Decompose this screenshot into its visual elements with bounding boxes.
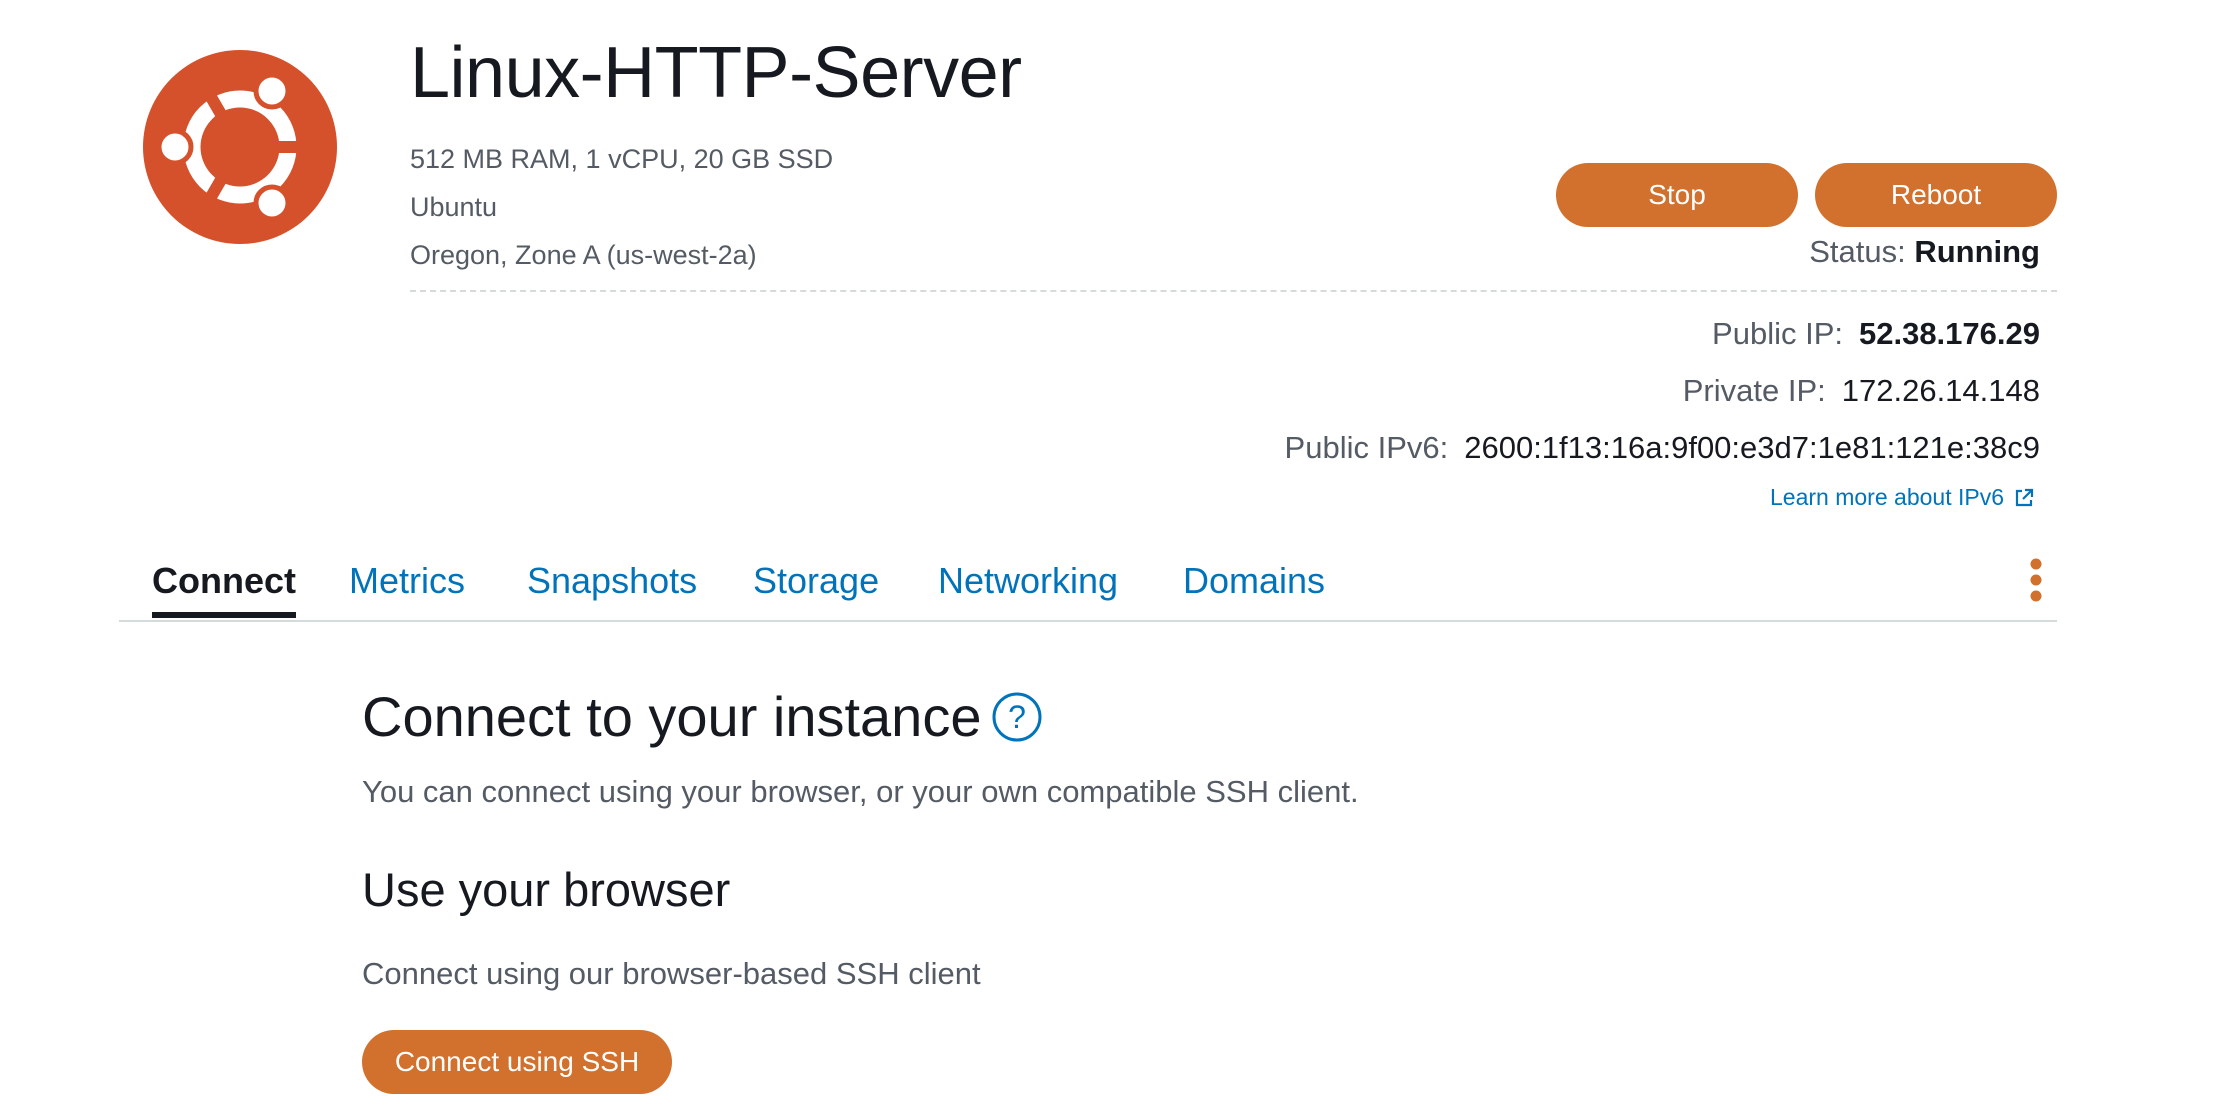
tab-metrics[interactable]: Metrics — [349, 560, 465, 618]
browser-section-title: Use your browser — [362, 863, 731, 916]
instance-os: Ubuntu — [410, 192, 498, 222]
tab-bar: Connect Metrics Snapshots Storage Networ… — [119, 548, 2057, 622]
connect-title-text: Connect to your instance — [362, 685, 982, 748]
tab-domains[interactable]: Domains — [1183, 560, 1325, 618]
connect-ssh-button[interactable]: Connect using SSH — [362, 1030, 672, 1094]
tab-snapshots[interactable]: Snapshots — [527, 560, 697, 618]
public-ipv6-row: Public IPv6: 2600:1f13:16a:9f00:e3d7:1e8… — [1285, 430, 2040, 466]
public-ip-value: 52.38.176.29 — [1858, 316, 2040, 351]
public-ip-label: Public IP: — [1712, 316, 1843, 351]
private-ip-row: Private IP: 172.26.14.148 — [1683, 373, 2040, 409]
instance-name: Linux-HTTP-Server — [410, 33, 1022, 113]
status-label: Status: — [1809, 234, 1906, 269]
learn-more-ipv6-link[interactable]: Learn more about IPv6 — [1770, 484, 2034, 511]
tab-networking[interactable]: Networking — [938, 560, 1118, 618]
public-ipv6-value: 2600:1f13:16a:9f00:e3d7:1e81:121e:38c9 — [1464, 430, 2040, 465]
header-divider — [410, 290, 2057, 292]
tab-connect[interactable]: Connect — [152, 560, 296, 618]
question-circle-icon[interactable]: ? — [991, 691, 1043, 743]
connect-section-title: Connect to your instance ? — [362, 684, 1043, 749]
tab-storage[interactable]: Storage — [753, 560, 879, 618]
private-ip-label: Private IP: — [1682, 373, 1826, 408]
status-value: Running — [1914, 234, 2040, 269]
public-ipv6-label: Public IPv6: — [1284, 430, 1449, 465]
browser-section-description: Connect using our browser-based SSH clie… — [362, 956, 981, 991]
public-ip-row: Public IP: 52.38.176.29 — [1712, 316, 2040, 352]
stop-button[interactable]: Stop — [1556, 163, 1798, 227]
ubuntu-logo-icon — [143, 50, 337, 244]
instance-region: Oregon, Zone A (us-west-2a) — [410, 240, 757, 270]
external-link-icon — [2015, 488, 2034, 506]
connect-description: You can connect using your browser, or y… — [362, 774, 1359, 809]
learn-more-ipv6-label: Learn more about IPv6 — [1770, 484, 2004, 510]
more-options-icon[interactable] — [2024, 558, 2048, 602]
instance-status: Status: Running — [1809, 234, 2040, 270]
svg-text:?: ? — [1009, 699, 1027, 735]
private-ip-value: 172.26.14.148 — [1841, 373, 2040, 408]
instance-specs: 512 MB RAM, 1 vCPU, 20 GB SSD — [410, 144, 834, 174]
reboot-button[interactable]: Reboot — [1815, 163, 2057, 227]
